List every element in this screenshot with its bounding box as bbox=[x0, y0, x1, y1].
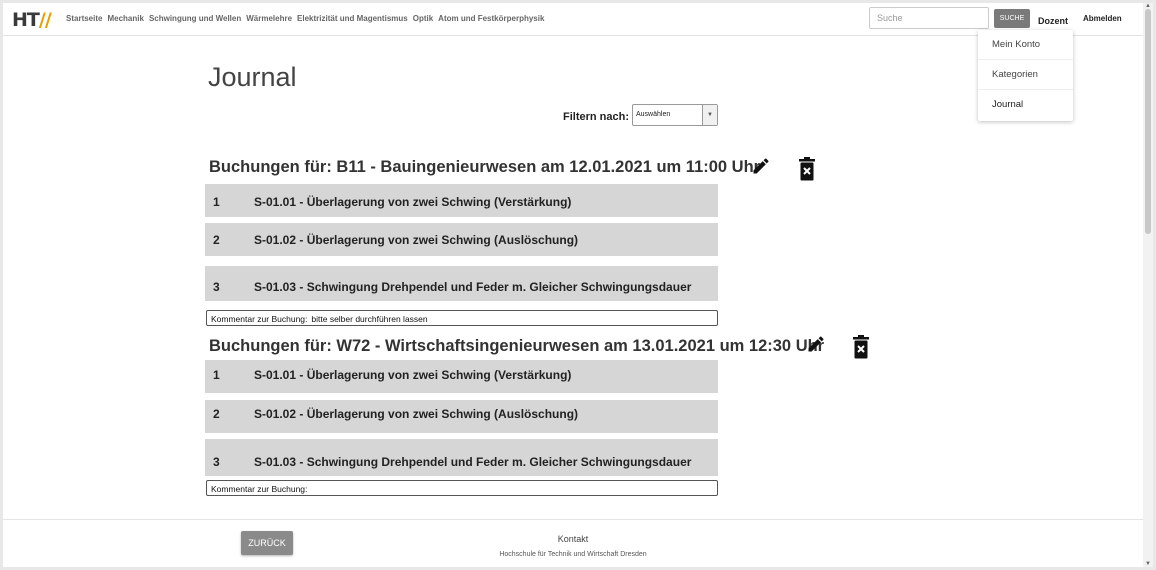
search-button[interactable]: SUCHE bbox=[994, 9, 1030, 28]
booking-item-number: 3 bbox=[213, 455, 220, 469]
booking-item-row: 2 S-01.02 - Überlagerung von zwei Schwin… bbox=[205, 223, 718, 256]
menu-optik[interactable]: Optik bbox=[413, 14, 433, 23]
menu-elektrizitaet[interactable]: Elektrizität und Magentismus bbox=[297, 14, 408, 23]
logout-link[interactable]: Abmelden bbox=[1083, 14, 1122, 23]
pencil-icon[interactable] bbox=[750, 154, 772, 178]
top-navbar: HT// Startseite Mechanik Schwingung und … bbox=[3, 3, 1143, 36]
comment-value: bitte selber durchführen lassen bbox=[311, 314, 428, 324]
menu-mechanik[interactable]: Mechanik bbox=[107, 14, 143, 23]
trash-x-icon[interactable] bbox=[796, 157, 818, 181]
chevron-down-icon: ▼ bbox=[702, 105, 717, 125]
contact-link[interactable]: Kontakt bbox=[3, 534, 1143, 544]
search-input[interactable]: Suche bbox=[869, 7, 989, 29]
booking-comment-field[interactable]: Kommentar zur Buchung: bitte selber durch… bbox=[206, 310, 718, 326]
booking-heading: Buchungen für: B11 - Bauingenieurwesen a… bbox=[209, 158, 761, 176]
trash-x-icon[interactable] bbox=[850, 335, 872, 359]
booking-item-number: 2 bbox=[213, 407, 220, 421]
menu-atom-und-festkoerperphysik[interactable]: Atom und Festkörperphysik bbox=[438, 14, 544, 23]
booking-item-number: 1 bbox=[213, 195, 220, 209]
booking-item-text: S-01.02 - Überlagerung von zwei Schwing … bbox=[254, 407, 579, 421]
comment-label: Kommentar zur Buchung: bbox=[211, 314, 308, 324]
menu-startseite[interactable]: Startseite bbox=[66, 14, 102, 23]
dropdown-item-journal[interactable]: Journal bbox=[978, 90, 1073, 120]
user-dropdown-menu: Mein Konto Kategorien Journal bbox=[978, 30, 1073, 121]
booking-item-row: 1 S-01.01 - Überlagerung von zwei Schwin… bbox=[205, 184, 718, 217]
page-title: Journal bbox=[208, 62, 297, 92]
booking-item-text: S-01.02 - Überlagerung von zwei Schwing … bbox=[254, 233, 579, 247]
booking-item-row: 1 S-01.01 - Überlagerung von zwei Schwin… bbox=[205, 360, 718, 393]
menu-schwingung-und-wellen[interactable]: Schwingung und Wellen bbox=[149, 14, 241, 23]
booking-item-number: 2 bbox=[213, 233, 220, 247]
booking-item-text: S-01.03 - Schwingung Drehpendel und Fede… bbox=[254, 455, 692, 469]
main-menu: Startseite Mechanik Schwingung und Welle… bbox=[66, 14, 549, 23]
booking-item-text: S-01.01 - Überlagerung von zwei Schwing … bbox=[254, 195, 572, 209]
dropdown-item-kategorien[interactable]: Kategorien bbox=[978, 60, 1073, 90]
booking-comment-field[interactable]: Kommentar zur Buchung: bbox=[206, 480, 718, 496]
booking-heading: Buchungen für: W72 - Wirtschaftsingenieu… bbox=[209, 337, 825, 355]
filter-select[interactable]: Auswählen ▼ bbox=[632, 104, 718, 126]
scrollbar-thumb[interactable] bbox=[1145, 9, 1151, 234]
booking-item-number: 1 bbox=[213, 368, 220, 382]
pencil-icon[interactable] bbox=[805, 332, 827, 356]
booking-item-row: 3 S-01.03 - Schwingung Drehpendel und Fe… bbox=[205, 266, 718, 301]
browser-viewport: HT// Startseite Mechanik Schwingung und … bbox=[3, 3, 1153, 567]
htw-logo[interactable]: HT// bbox=[12, 9, 52, 31]
footer-organization: Hochschule für Technik und Wirtschaft Dr… bbox=[499, 551, 647, 558]
booking-item-text: S-01.03 - Schwingung Drehpendel und Fede… bbox=[254, 280, 692, 294]
menu-waermelehre[interactable]: Wärmelehre bbox=[246, 14, 292, 23]
comment-label: Kommentar zur Buchung: bbox=[211, 484, 308, 494]
page-footer: ZURÜCK Kontakt Hochschule für Technik un… bbox=[3, 519, 1143, 567]
booking-item-row: 2 S-01.02 - Überlagerung von zwei Schwin… bbox=[205, 400, 718, 433]
booking-item-number: 3 bbox=[213, 280, 220, 294]
page-scrollbar[interactable]: ▲ ▼ bbox=[1143, 3, 1153, 567]
user-menu-toggle[interactable]: Dozent bbox=[1038, 16, 1068, 26]
scroll-down-arrow-icon[interactable]: ▼ bbox=[1145, 561, 1151, 567]
filter-label: Filtern nach: bbox=[563, 111, 630, 123]
booking-item-row: 3 S-01.03 - Schwingung Drehpendel und Fe… bbox=[205, 439, 718, 476]
dropdown-item-mein-konto[interactable]: Mein Konto bbox=[978, 30, 1073, 60]
filter-select-value: Auswählen bbox=[636, 111, 671, 118]
booking-item-text: S-01.01 - Überlagerung von zwei Schwing … bbox=[254, 368, 572, 382]
